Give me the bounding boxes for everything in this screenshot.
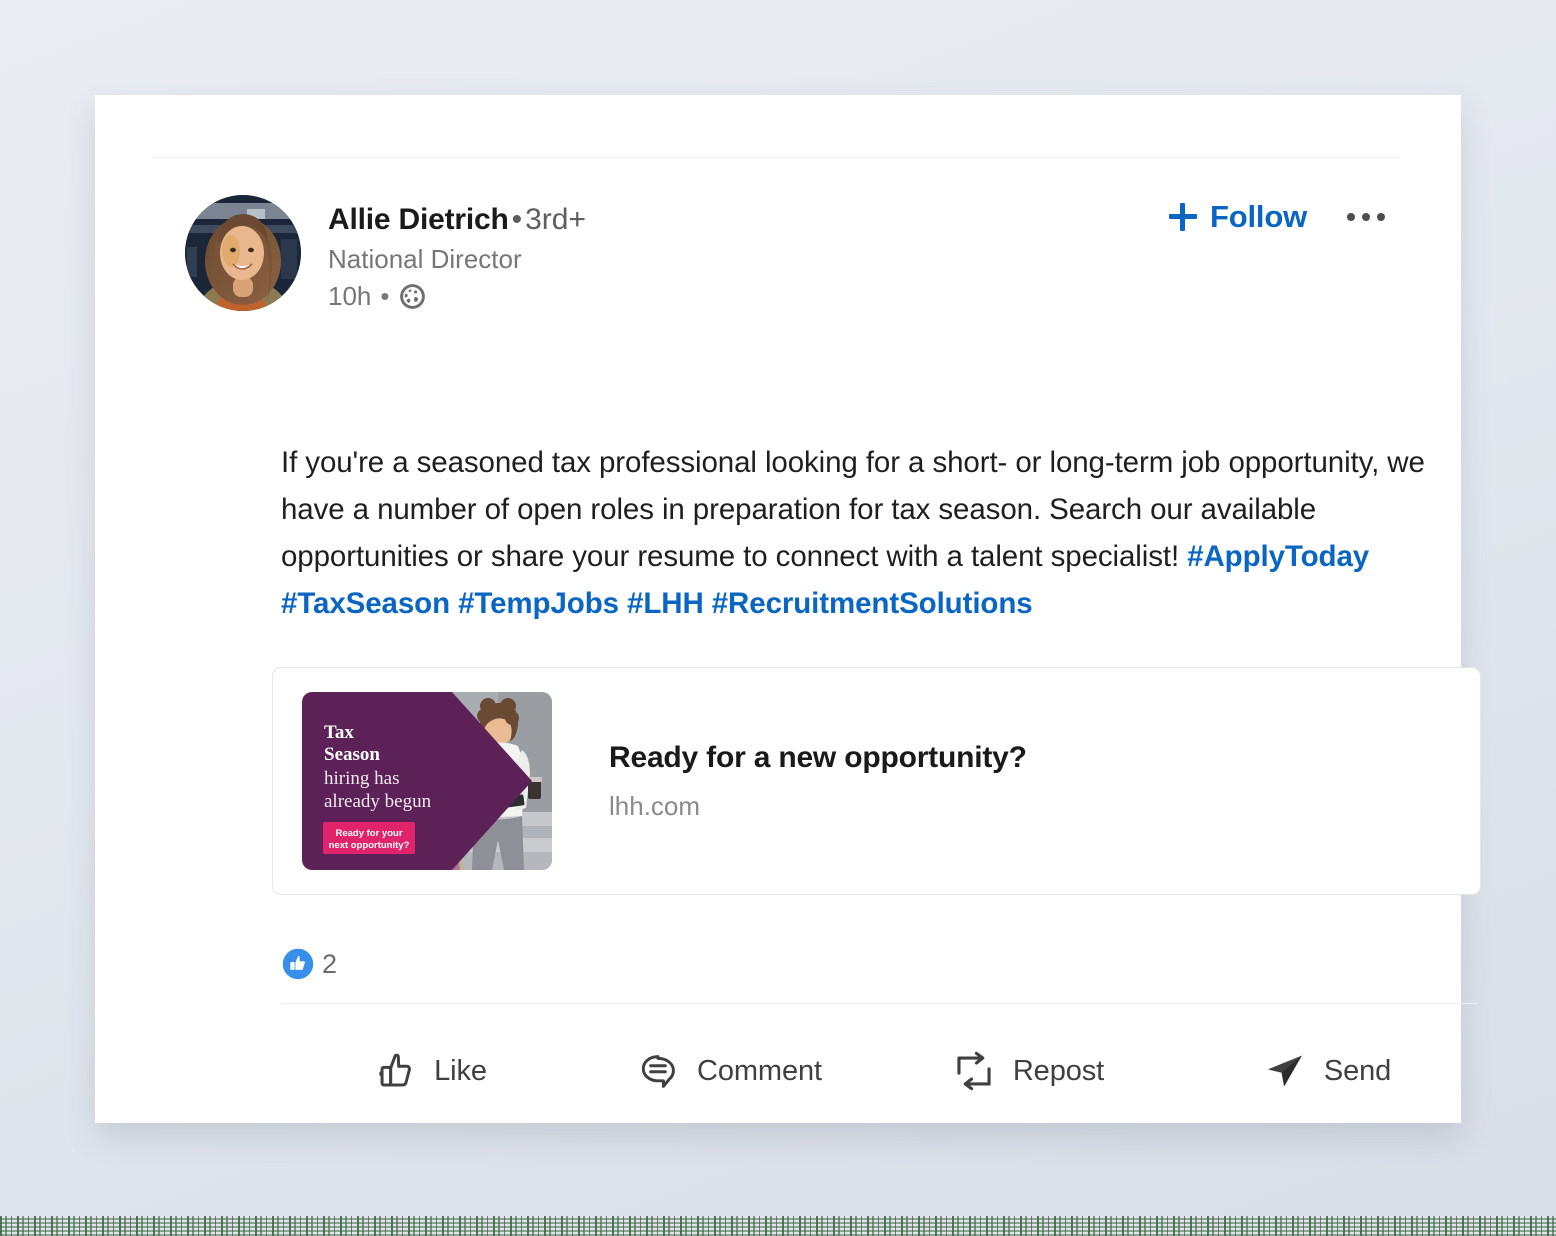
svg-text:Season: Season [324, 744, 380, 765]
link-thumbnail: Tax Season hiring has already begun Read… [302, 692, 552, 870]
linkedin-post-card: Allie Dietrich•3rd+ National Director 10… [95, 95, 1461, 1123]
svg-text:Tax: Tax [324, 722, 354, 743]
svg-text:hiring has: hiring has [324, 768, 399, 789]
like-button[interactable]: Like [281, 1040, 580, 1102]
post-action-bar: Like Comment [281, 1025, 1477, 1117]
author-name[interactable]: Allie Dietrich [328, 203, 509, 236]
link-preview-card[interactable]: Tax Season hiring has already begun Read… [272, 667, 1481, 895]
send-icon [1264, 1050, 1306, 1092]
repost-button[interactable]: Repost [879, 1040, 1178, 1102]
link-preview-domain: lhh.com [609, 789, 1450, 823]
author-degree: 3rd+ [525, 203, 586, 236]
thumbs-up-reaction-icon [281, 947, 315, 981]
follow-button[interactable]: Follow [1167, 195, 1309, 239]
comment-bubble-icon [637, 1050, 679, 1092]
comment-button-label: Comment [697, 1055, 822, 1088]
bottom-noise-strip [0, 1216, 1556, 1236]
like-button-label: Like [434, 1055, 487, 1088]
ellipsis-icon[interactable] [1343, 203, 1389, 231]
ellipsis-dot [1362, 213, 1370, 221]
post-meta: 10h • [328, 279, 1417, 313]
globe-icon [399, 283, 426, 310]
thumbs-up-icon [374, 1050, 416, 1092]
reaction-count: 2 [322, 949, 337, 980]
svg-text:Ready for your: Ready for your [335, 828, 402, 839]
send-button[interactable]: Send [1178, 1040, 1477, 1102]
ellipsis-dot [1347, 213, 1355, 221]
post-timestamp: 10h [328, 279, 371, 313]
repost-icon [953, 1050, 995, 1092]
avatar-image [185, 195, 301, 311]
post-body-text: If you're a seasoned tax professional lo… [281, 439, 1486, 627]
top-divider [153, 157, 1399, 158]
link-thumbnail-image: Tax Season hiring has already begun Read… [302, 692, 552, 870]
send-button-label: Send [1324, 1055, 1391, 1088]
social-counts[interactable]: 2 [281, 947, 337, 981]
svg-text:next opportunity?: next opportunity? [329, 840, 410, 851]
avatar[interactable] [185, 195, 301, 311]
ellipsis-dot [1377, 213, 1385, 221]
header-actions: Follow [1167, 195, 1389, 239]
link-preview-title[interactable]: Ready for a new opportunity? [609, 739, 1450, 777]
link-preview-meta: Ready for a new opportunity? lhh.com [609, 739, 1480, 823]
follow-button-label: Follow [1210, 199, 1307, 235]
author-separator: • [509, 203, 526, 236]
comment-button[interactable]: Comment [580, 1040, 879, 1102]
plus-icon [1169, 203, 1197, 231]
author-headline: National Director [328, 241, 1417, 277]
svg-text:already begun: already begun [324, 791, 432, 812]
repost-button-label: Repost [1013, 1055, 1104, 1088]
meta-separator: • [380, 279, 389, 313]
action-bar-divider [281, 1003, 1477, 1004]
